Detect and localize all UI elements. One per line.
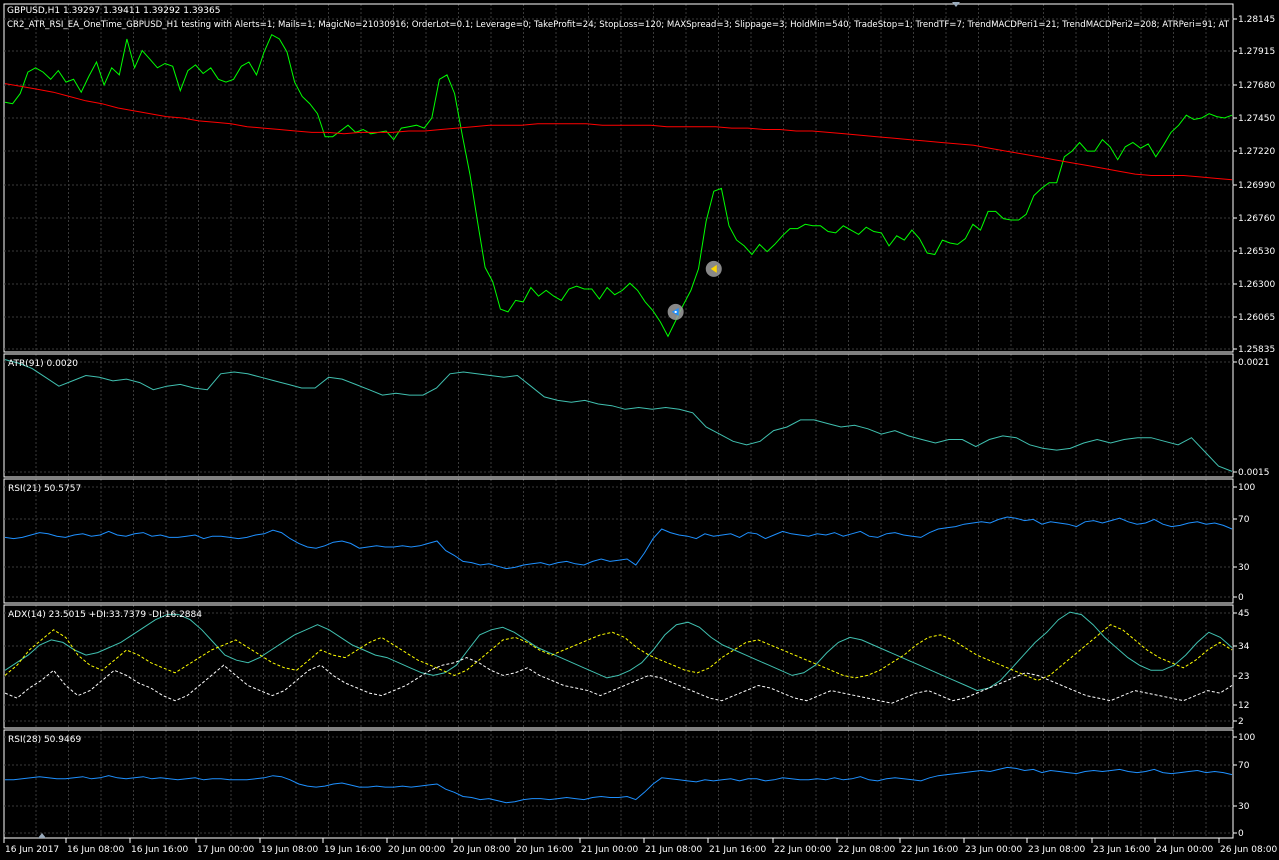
trading-chart[interactable]: 1.28145 1.27915 1.27680 1.27450 1.27220 1.269… xyxy=(0,0,1279,860)
y-tick-label: 34 xyxy=(1238,642,1250,652)
time-tick-label: 20 Jun 00:00 xyxy=(388,845,445,855)
y-tick-label: 0 xyxy=(1238,829,1244,839)
time-tick-label: 21 Jun 08:00 xyxy=(645,845,702,855)
time-tick-label: 20 Jun 08:00 xyxy=(453,845,510,855)
y-tick-label: 100 xyxy=(1238,483,1255,493)
indicator-label: RSI(21) 50.5757 xyxy=(8,484,81,494)
y-tick-label: 1.26300 xyxy=(1238,280,1275,290)
y-tick-label: 30 xyxy=(1238,802,1250,812)
time-tick-label: 23 Jun 00:00 xyxy=(965,845,1022,855)
time-tick-label: 24 Jun 00:00 xyxy=(1156,845,1213,855)
time-tick-label: 16 Jun 08:00 xyxy=(67,845,124,855)
indicator-label: ATR(91) 0.0020 xyxy=(8,359,78,369)
y-tick-label: 2 xyxy=(1238,717,1244,727)
y-tick-label: 1.27450 xyxy=(1238,114,1275,124)
y-tick-label: 70 xyxy=(1238,761,1250,771)
y-tick-label: 0 xyxy=(1238,593,1244,603)
y-tick-label: 1.25835 xyxy=(1238,345,1275,355)
time-tick-label: 21 Jun 00:00 xyxy=(581,845,638,855)
time-tick-label: 16 Jun 2017 xyxy=(5,845,59,855)
y-tick-label: 1.27915 xyxy=(1238,47,1275,57)
y-tick-label: 23 xyxy=(1238,672,1249,682)
y-tick-label: 0.0015 xyxy=(1238,468,1270,478)
time-tick-label: 23 Jun 16:00 xyxy=(1093,845,1150,855)
y-tick-label: 100 xyxy=(1238,733,1255,743)
time-tick-label: 16 Jun 16:00 xyxy=(131,845,188,855)
y-tick-label: 0.0021 xyxy=(1238,358,1270,368)
time-tick-label: 22 Jun 08:00 xyxy=(838,845,895,855)
ea-header: CR2_ATR_RSI_EA_OneTime_GBPUSD_H1 testing… xyxy=(7,20,1229,30)
time-tick-label: 22 Jun 00:00 xyxy=(774,845,831,855)
y-tick-label: 30 xyxy=(1238,563,1250,573)
y-tick-label: 1.27220 xyxy=(1238,147,1275,157)
y-tick-label: 1.26065 xyxy=(1238,313,1275,323)
time-tick-label: 20 Jun 16:00 xyxy=(516,845,573,855)
symbol-header: GBPUSD,H1 1.39297 1.39411 1.39292 1.3936… xyxy=(7,6,220,16)
y-tick-label: 1.27680 xyxy=(1238,81,1275,91)
indicator-label: ADX(14) 23.5015 +DI:33.7379 -DI:16.2884 xyxy=(8,610,202,620)
y-tick-label: 12 xyxy=(1238,701,1249,711)
indicator-label: RSI(28) 50.9469 xyxy=(8,735,81,745)
y-tick-label: 1.26990 xyxy=(1238,181,1275,191)
time-tick-label: 23 Jun 08:00 xyxy=(1028,845,1085,855)
time-tick-label: 19 Jun 08:00 xyxy=(261,845,318,855)
time-tick-label: 22 Jun 16:00 xyxy=(901,845,958,855)
time-tick-label: 26 Jun 08:00 xyxy=(1220,845,1277,855)
time-tick-label: 17 Jun 00:00 xyxy=(197,845,254,855)
time-tick-label: 19 Jun 16:00 xyxy=(324,845,381,855)
y-tick-label: 1.26530 xyxy=(1238,247,1275,257)
y-tick-label: 45 xyxy=(1238,609,1249,619)
buy-arrow-marker[interactable] xyxy=(667,303,684,320)
close-arrow-marker[interactable] xyxy=(705,260,722,277)
y-tick-label: 1.26760 xyxy=(1238,214,1275,224)
y-tick-label: 1.28145 xyxy=(1238,15,1275,25)
y-tick-label: 70 xyxy=(1238,515,1250,525)
time-tick-label: 21 Jun 16:00 xyxy=(709,845,766,855)
